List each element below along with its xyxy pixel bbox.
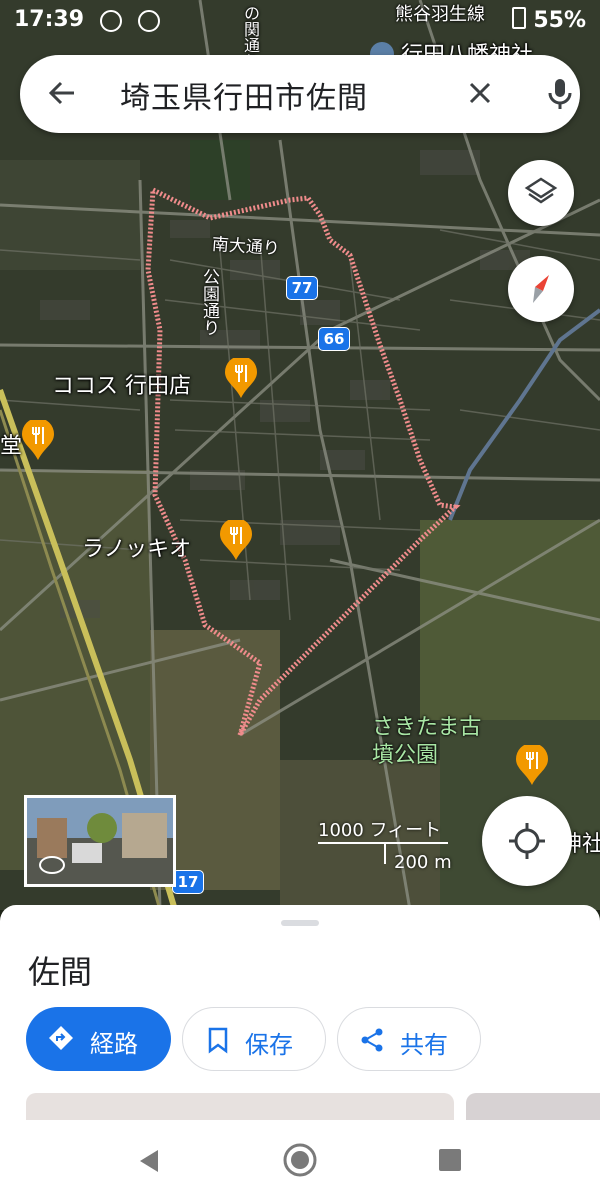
notification-icon	[100, 10, 122, 32]
scale-imperial: 1000 フィート	[318, 820, 442, 841]
nav-recents-icon[interactable]	[438, 1148, 462, 1172]
route-shield-66: 66	[318, 327, 350, 351]
layers-icon	[524, 177, 558, 204]
restaurant-pin-icon[interactable]	[22, 420, 54, 460]
status-bar: 17:39 55%	[0, 0, 600, 40]
crosshair-icon	[509, 823, 545, 859]
park-label-sakitama[interactable]: さきたま古墳公園	[372, 714, 482, 770]
nav-home-icon[interactable]	[282, 1142, 318, 1178]
sheet-handle[interactable]	[281, 920, 319, 926]
notification-icon	[138, 10, 160, 32]
place-sheet[interactable]: 佐間 経路 保存 共有	[0, 905, 600, 1133]
place-title: 佐間	[28, 953, 93, 991]
status-time: 17:39	[14, 7, 85, 32]
close-icon[interactable]	[460, 73, 500, 113]
share-button[interactable]: 共有	[337, 1007, 481, 1071]
share-icon	[361, 1028, 383, 1052]
poi-label-ranokkio[interactable]: ラノッキオ	[82, 531, 191, 563]
save-button[interactable]: 保存	[182, 1007, 326, 1071]
battery-level: 55%	[533, 8, 586, 33]
poi-label-do[interactable]: 堂	[0, 428, 22, 460]
road-label-koen-dori: 公園通り	[199, 268, 219, 336]
scale-bar: 1000 フィート 200 m	[318, 816, 452, 873]
route-shield-77: 77	[286, 276, 318, 300]
mic-icon[interactable]	[540, 73, 580, 113]
poi-label-cocos[interactable]: ココス 行田店	[52, 368, 191, 400]
directions-icon	[49, 1026, 73, 1050]
restaurant-pin-icon[interactable]	[516, 745, 548, 785]
search-query[interactable]: 埼玉県行田市佐間	[120, 73, 368, 117]
bookmark-icon	[208, 1027, 228, 1054]
directions-button[interactable]: 経路	[26, 1007, 171, 1071]
restaurant-pin-icon[interactable]	[220, 520, 252, 560]
status-right: 55%	[511, 7, 586, 33]
layers-button[interactable]	[508, 160, 574, 226]
route-shield-17: 17	[172, 870, 204, 894]
system-nav-bar	[0, 1120, 600, 1200]
nav-back-icon[interactable]	[136, 1148, 162, 1174]
rotate-360-icon	[39, 856, 65, 874]
satellite-imagery	[0, 0, 600, 910]
battery-icon	[511, 7, 526, 29]
street-view-thumbnail[interactable]	[24, 795, 176, 887]
compass-icon	[533, 275, 549, 303]
back-arrow-icon[interactable]	[42, 73, 82, 113]
search-bar[interactable]: 埼玉県行田市佐間	[20, 55, 580, 133]
restaurant-pin-icon[interactable]	[225, 358, 257, 398]
map-view[interactable]: 熊谷羽生線 行田八幡神社 の関通り 南大通り 公園通り 77 66 17 ココス…	[0, 0, 600, 910]
scale-metric: 200 m	[394, 852, 452, 873]
compass-button[interactable]	[508, 256, 574, 322]
road-label-minami-odori: 南大通り	[211, 234, 281, 260]
my-location-button[interactable]	[482, 796, 572, 886]
